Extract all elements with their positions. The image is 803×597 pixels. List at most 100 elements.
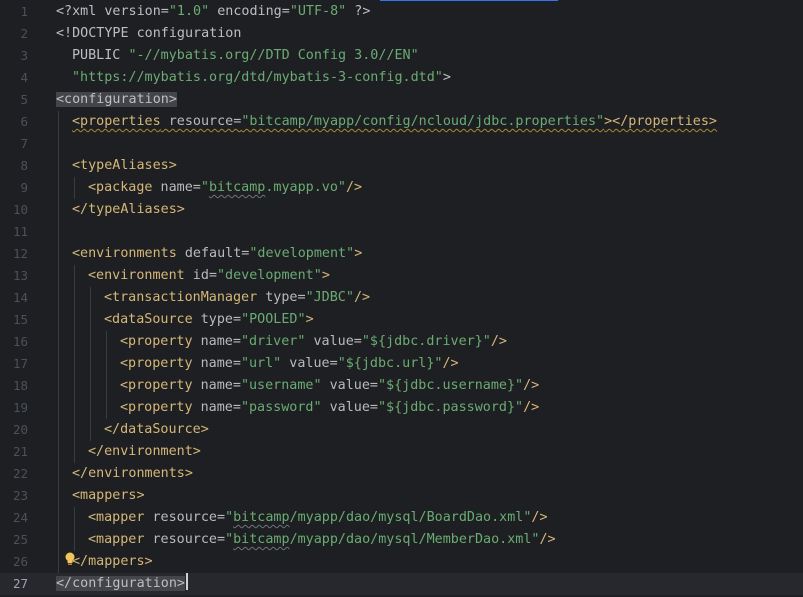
code-token: >: [321, 268, 330, 283]
code-token: "POOLED": [241, 312, 306, 327]
line-number: 11: [12, 224, 28, 239]
code-line[interactable]: 12 <environments default="development">: [0, 243, 803, 265]
code-line[interactable]: 10 </typeAliases>: [0, 199, 803, 221]
code-token: "development": [249, 246, 355, 261]
code-line[interactable]: 26 </mappers>: [0, 551, 803, 573]
lightbulb-icon[interactable]: [64, 552, 76, 566]
code-token: <mapper: [88, 532, 145, 547]
code-token: <property: [120, 378, 193, 393]
line-number: 8: [20, 158, 28, 173]
code-line[interactable]: 25 <mapper resource="bitcamp/myapp/dao/my…: [0, 529, 803, 551]
code-line[interactable]: 8 <typeAliases>: [0, 155, 803, 177]
indent-guide: [58, 111, 59, 573]
code-text[interactable]: <typeAliases>: [72, 155, 177, 177]
code-token: default=: [176, 246, 250, 261]
code-text[interactable]: <mapper resource="bitcamp/myapp/dao/mysq…: [88, 529, 556, 551]
code-text[interactable]: </typeAliases>: [72, 199, 185, 221]
code-token: bitcamp: [233, 532, 290, 547]
code-text[interactable]: <package name="bitcamp.myapp.vo"/>: [88, 177, 362, 199]
line-number: 9: [20, 180, 28, 195]
code-token: resource=: [160, 114, 242, 129]
code-text[interactable]: <environment id="development">: [88, 265, 330, 287]
code-line[interactable]: 7: [0, 133, 803, 155]
code-token: "${jdbc.driver}": [361, 334, 491, 349]
code-line[interactable]: 3 PUBLIC "-//mybatis.org//DTD Config 3.0/…: [0, 45, 803, 67]
code-token: />: [523, 378, 540, 393]
code-text[interactable]: <mappers>: [72, 485, 145, 507]
code-token: </environments>: [72, 466, 193, 481]
code-token: <dataSource: [104, 312, 193, 327]
code-text[interactable]: PUBLIC "-//mybatis.org//DTD Config 3.0//…: [72, 45, 419, 67]
code-line[interactable]: 2 <!DOCTYPE configuration: [0, 23, 803, 45]
code-text[interactable]: <property name="url" value="${jdbc.url}"…: [120, 353, 459, 375]
code-token: ": [200, 180, 209, 195]
code-text[interactable]: <dataSource type="POOLED">: [104, 309, 314, 331]
code-line[interactable]: 23 <mappers>: [0, 485, 803, 507]
code-text[interactable]: <!DOCTYPE configuration: [56, 23, 241, 45]
code-line[interactable]: 11: [0, 221, 803, 243]
code-line[interactable]: 27 </configuration>: [0, 573, 803, 595]
code-line[interactable]: 20 </dataSource>: [0, 419, 803, 441]
line-number: 4: [20, 70, 28, 85]
indent-guide: [74, 265, 75, 463]
code-token: "development": [217, 268, 322, 283]
code-line[interactable]: 9 <package name="bitcamp.myapp.vo"/>: [0, 177, 803, 199]
code-token: />: [346, 180, 363, 195]
code-text[interactable]: </environment>: [88, 441, 201, 463]
code-text[interactable]: </configuration>: [56, 573, 188, 595]
code-line[interactable]: 16 <property name="driver" value="${jdbc.…: [0, 331, 803, 353]
code-text[interactable]: <?xml version="1.0" encoding="UTF-8" ?>: [56, 1, 370, 23]
code-text[interactable]: </mappers>: [72, 551, 153, 573]
line-number: 22: [12, 466, 28, 481]
code-text[interactable]: </environments>: [72, 463, 193, 485]
code-token: "username": [240, 378, 322, 393]
code-text[interactable]: <property name="password" value="${jdbc.…: [120, 397, 539, 419]
indent-guide: [74, 177, 75, 199]
code-line[interactable]: 14 <transactionManager type="JDBC"/>: [0, 287, 803, 309]
code-line[interactable]: 19 <property name="password" value="${jdb…: [0, 397, 803, 419]
code-token: ": [225, 510, 234, 525]
code-editor[interactable]: 1 <?xml version="1.0" encoding="UTF-8" ?>…: [0, 0, 803, 597]
code-line[interactable]: 24 <mapper resource="bitcamp/myapp/dao/my…: [0, 507, 803, 529]
line-number: 2: [20, 26, 28, 41]
code-token: <?xml version=: [56, 4, 169, 19]
code-line[interactable]: 1 <?xml version="1.0" encoding="UTF-8" ?>: [0, 1, 803, 23]
code-text[interactable]: <mapper resource="bitcamp/myapp/dao/mysq…: [88, 507, 548, 529]
code-text[interactable]: <environments default="development">: [72, 243, 362, 265]
code-token: >: [354, 246, 363, 261]
line-number: 15: [12, 312, 28, 327]
code-text[interactable]: <properties resource="bitcamp/myapp/conf…: [72, 111, 717, 133]
code-token: "UTF-8": [289, 4, 347, 19]
code-token: name=: [192, 334, 241, 349]
code-line[interactable]: 5 <configuration>: [0, 89, 803, 111]
line-number: 24: [12, 510, 28, 525]
code-text[interactable]: </dataSource>: [104, 419, 209, 441]
code-token: <!DOCTYPE configuration: [56, 26, 242, 41]
code-line[interactable]: 17 <property name="url" value="${jdbc.url…: [0, 353, 803, 375]
code-line[interactable]: 15 <dataSource type="POOLED">: [0, 309, 803, 331]
code-line[interactable]: 21 </environment>: [0, 441, 803, 463]
code-text[interactable]: <property name="driver" value="${jdbc.dr…: [120, 331, 507, 353]
code-line[interactable]: 6 <properties resource="bitcamp/myapp/con…: [0, 111, 803, 133]
code-token: name=: [192, 378, 241, 393]
code-token: />: [490, 334, 507, 349]
code-token: "${jdbc.password}": [378, 400, 524, 415]
code-text[interactable]: "https://mybatis.org/dtd/mybatis-3-confi…: [72, 67, 451, 89]
code-token: <typeAliases>: [72, 158, 177, 173]
line-number: 10: [12, 202, 28, 217]
code-line[interactable]: 4 "https://mybatis.org/dtd/mybatis-3-conf…: [0, 67, 803, 89]
code-text[interactable]: <configuration>: [56, 89, 177, 111]
code-token: </typeAliases>: [72, 202, 185, 217]
code-token: </environment>: [88, 444, 201, 459]
code-text[interactable]: <property name="username" value="${jdbc.…: [120, 375, 539, 397]
code-token: "https://mybatis.org/dtd/mybatis-3-confi…: [72, 70, 443, 85]
code-text[interactable]: <transactionManager type="JDBC"/>: [104, 287, 370, 309]
line-number: 14: [12, 290, 28, 305]
code-line[interactable]: 13 <environment id="development">: [0, 265, 803, 287]
code-line[interactable]: 22 </environments>: [0, 463, 803, 485]
code-line[interactable]: 18 <property name="username" value="${jdb…: [0, 375, 803, 397]
code-token: .myapp.vo": [265, 180, 346, 195]
code-token: PUBLIC: [72, 48, 129, 63]
line-number: 26: [12, 554, 28, 569]
code-token: "driver": [240, 334, 306, 349]
